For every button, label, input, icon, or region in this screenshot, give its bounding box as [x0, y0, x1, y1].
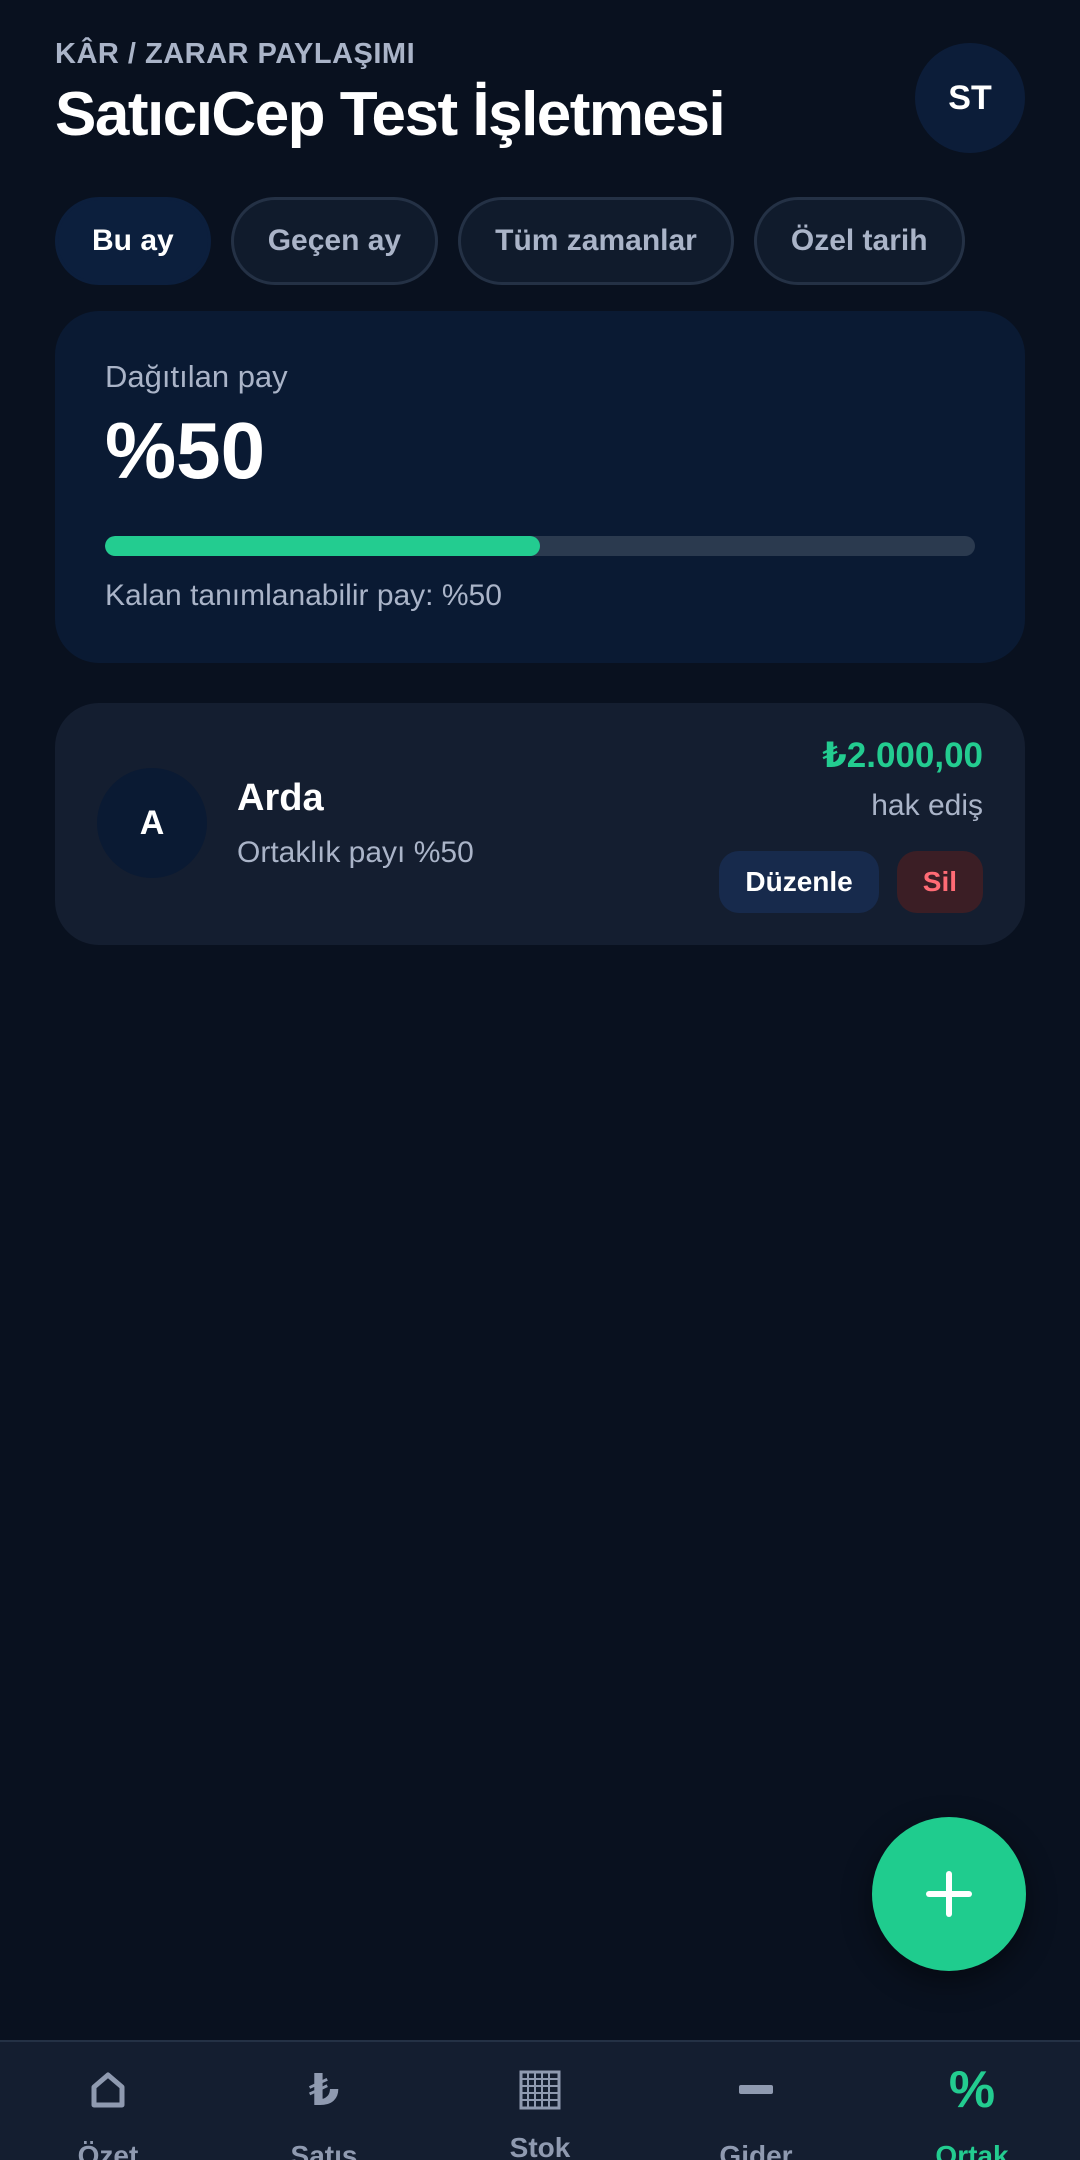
partner-avatar: A [97, 768, 207, 878]
nav-label-stok: Stok [509, 2132, 571, 2160]
add-partner-button[interactable] [872, 1817, 1026, 1971]
partners-screen: KÂR / ZARAR PAYLAŞIMI SatıcıCep Test İşl… [0, 0, 1080, 2160]
period-filter: Bu ay Geçen ay Tüm zamanlar Özel tarih [55, 197, 1025, 285]
distributed-share-progress [105, 536, 975, 556]
grid-icon [432, 2064, 648, 2116]
header: KÂR / ZARAR PAYLAŞIMI SatıcıCep Test İşl… [55, 38, 1025, 168]
nav-label-gider: Gider [719, 2140, 793, 2160]
distributed-share-value: %50 [105, 406, 266, 495]
partner-share: Ortaklık payı %50 [237, 836, 474, 869]
nav-item-stok[interactable]: Stok [432, 2042, 648, 2160]
lira-icon: ₺ [308, 2065, 340, 2115]
partner-amount-label: hak ediş [871, 789, 983, 822]
nav-item-ozet[interactable]: Özet [0, 2042, 216, 2160]
page-title: SatıcıCep Test İşletmesi [55, 80, 726, 149]
filter-chip-custom-date[interactable]: Özel tarih [753, 197, 965, 285]
distributed-share-card: Dağıtılan pay %50 Kalan tanımlanabilir p… [55, 311, 1025, 663]
filter-chip-this-month[interactable]: Bu ay [55, 197, 211, 285]
partner-amount: ₺2.000,00 [822, 736, 983, 775]
nav-item-satis[interactable]: ₺ Satış [216, 2042, 432, 2160]
remaining-share-text: Kalan tanımlanabilir pay: %50 [105, 579, 502, 612]
nav-label-ortak: Ortak [935, 2140, 1009, 2160]
progress-fill [105, 536, 540, 556]
edit-partner-button[interactable]: Düzenle [719, 851, 879, 913]
nav-item-ortak[interactable]: % Ortak [864, 2042, 1080, 2160]
nav-label-ozet: Özet [77, 2140, 139, 2160]
distributed-share-label: Dağıtılan pay [105, 359, 288, 394]
nav-label-satis: Satış [290, 2140, 358, 2160]
filter-chip-all-time[interactable]: Tüm zamanlar [458, 197, 734, 285]
filter-chip-last-month[interactable]: Geçen ay [230, 197, 439, 285]
minus-icon [648, 2064, 864, 2116]
profile-avatar[interactable]: ST [915, 43, 1025, 153]
plus-icon [926, 1871, 972, 1917]
partner-name: Arda [237, 777, 324, 819]
home-icon [0, 2064, 216, 2116]
delete-partner-button[interactable]: Sil [896, 851, 983, 913]
section-eyebrow: KÂR / ZARAR PAYLAŞIMI [55, 38, 416, 70]
nav-item-gider[interactable]: Gider [648, 2042, 864, 2160]
bottom-nav: Özet ₺ Satış Stok Gider % Ortak [0, 2040, 1080, 2160]
percent-icon: % [948, 2061, 996, 2119]
partner-card[interactable]: A Arda Ortaklık payı %50 ₺2.000,00 hak e… [55, 703, 1025, 945]
partner-actions: Düzenle Sil [719, 851, 983, 913]
